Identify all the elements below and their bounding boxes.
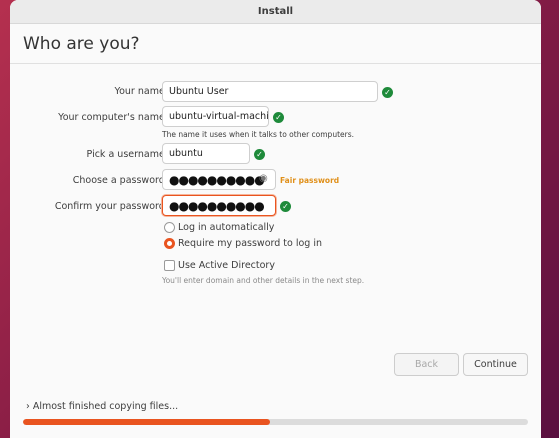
username-field[interactable]: ubuntu [162, 143, 250, 164]
progress-bar [23, 419, 528, 425]
password-label: Choose a password: [72, 175, 168, 186]
check-circle-icon: ✓ [273, 112, 284, 123]
active-directory-label[interactable]: Use Active Directory [178, 260, 275, 271]
window-title: Install [257, 6, 294, 17]
password-strength: Fair password [280, 176, 340, 185]
progress-status-text: Almost finished copying files... [32, 401, 179, 412]
computer-name-hint: The name it uses when it talks to other … [162, 130, 355, 139]
computer-name-field[interactable]: ubuntu-virtual-machine [162, 106, 269, 127]
page-title: Who are you? [23, 33, 140, 54]
require-password-label[interactable]: Require my password to log in [178, 238, 322, 249]
continue-button[interactable]: Continue [463, 353, 528, 376]
check-circle-icon: ✓ [254, 149, 265, 160]
login-automatically-radio[interactable] [164, 222, 175, 233]
confirm-password-value: ●●●●●●●●●● [169, 198, 265, 213]
your-name-label: Your name: [114, 86, 168, 97]
your-name-field[interactable]: Ubuntu User [162, 81, 378, 102]
page-header: Who are you? [10, 24, 541, 64]
progress-status[interactable]: › Almost finished copying files... [26, 401, 178, 412]
eye-icon[interactable]: ◉ [259, 173, 268, 184]
username-label: Pick a username: [86, 149, 168, 160]
progress-bar-fill [23, 419, 271, 425]
chevron-right-icon: › [26, 401, 30, 412]
require-password-radio[interactable] [164, 238, 175, 249]
title-bar: Install [10, 0, 541, 24]
installer-window: Install Who are you? Your name: Ubuntu U… [10, 0, 541, 438]
active-directory-hint: You'll enter domain and other details in… [162, 276, 365, 285]
computer-name-label: Your computer's name: [58, 112, 168, 123]
password-value: ●●●●●●●●●● [169, 172, 265, 187]
login-automatically-label[interactable]: Log in automatically [178, 222, 274, 233]
check-circle-icon: ✓ [280, 201, 291, 212]
confirm-password-field[interactable]: ●●●●●●●●●● [162, 195, 276, 216]
confirm-password-label: Confirm your password: [54, 201, 168, 212]
back-button[interactable]: Back [394, 353, 459, 376]
check-circle-icon: ✓ [382, 87, 393, 98]
active-directory-checkbox[interactable] [164, 260, 175, 271]
